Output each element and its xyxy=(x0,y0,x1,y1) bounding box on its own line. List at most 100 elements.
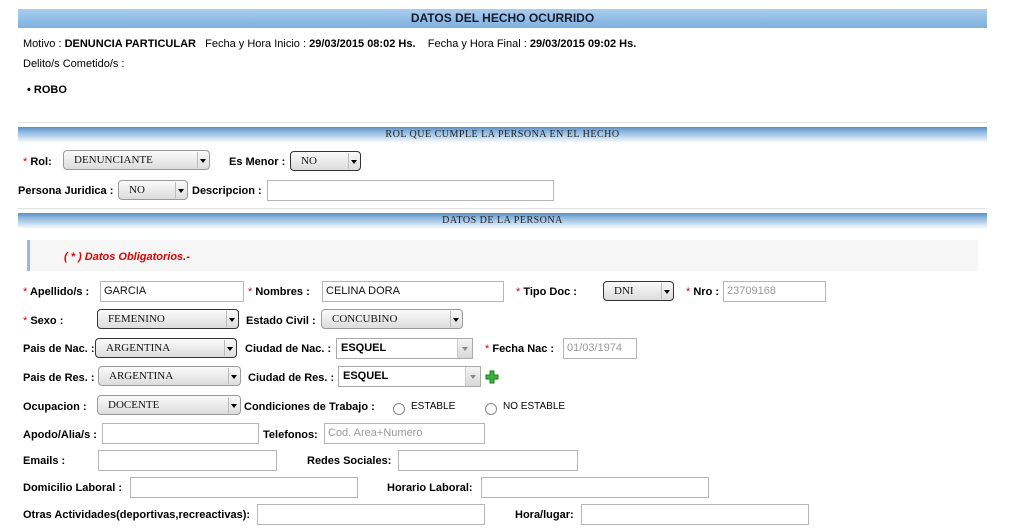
otras-actividades-label: Otras Actividades(deportivas,recreactiva… xyxy=(23,509,251,521)
persona-juridica-select[interactable]: NO xyxy=(118,180,188,200)
rol-select[interactable]: DENUNCIANTE xyxy=(63,150,210,170)
ciudad-res-label: Ciudad de Res. : xyxy=(248,372,335,384)
ciudad-nac-label: Ciudad de Nac. : xyxy=(245,343,332,355)
nombres-input[interactable]: CELINA DORA xyxy=(322,281,504,302)
chevron-down-icon xyxy=(228,368,239,384)
emails-label: Emails : xyxy=(23,455,66,467)
radio-no-estable-label: NO ESTABLE xyxy=(503,401,566,412)
apellidos-label-wrap: * Apellido/s : xyxy=(23,286,89,298)
motivo-value: DENUNCIA PARTICULAR xyxy=(64,38,196,50)
chevron-down-icon xyxy=(197,152,208,168)
divider xyxy=(18,122,987,123)
radio-estable[interactable] xyxy=(393,403,405,415)
pais-nac-value: ARGENTINA xyxy=(106,342,171,354)
chevron-down-icon xyxy=(228,397,239,413)
telefonos-input[interactable]: Cod. Area+Numero xyxy=(324,423,485,444)
apodo-label: Apodo/Alia/s : xyxy=(23,429,97,441)
required-notice-text: ( * ) Datos Obligatorios.- xyxy=(64,251,190,263)
chevron-down-icon xyxy=(661,283,672,299)
horario-label: Horario Laboral: xyxy=(387,482,473,494)
hecho-info-line: Motivo : DENUNCIA PARTICULAR Fecha y Hor… xyxy=(23,38,636,50)
hora-lugar-input[interactable] xyxy=(581,504,809,525)
pais-res-select[interactable]: ARGENTINA xyxy=(98,366,241,386)
fecha-inicio-label: Fecha y Hora Inicio : xyxy=(205,38,307,50)
persona-juridica-label: Persona Juridica : xyxy=(18,185,114,197)
redes-input[interactable] xyxy=(398,450,578,471)
descripcion-label: Descripcion : xyxy=(192,185,262,197)
tipo-doc-value: DNI xyxy=(614,285,634,297)
emails-input[interactable] xyxy=(98,450,277,471)
section-header-persona: DATOS DE LA PERSONA xyxy=(18,213,987,229)
chevron-down-icon xyxy=(224,340,235,356)
required-mark: * xyxy=(516,286,521,298)
tipo-doc-label: Tipo Doc : xyxy=(523,286,577,298)
horario-input[interactable] xyxy=(481,477,709,498)
chevron-down-icon xyxy=(450,311,461,327)
fecha-nac-label: Fecha Nac : xyxy=(492,343,555,355)
chevron-down-icon xyxy=(348,153,359,169)
divider xyxy=(18,208,987,209)
pais-nac-select[interactable]: ARGENTINA xyxy=(95,338,237,358)
chevron-down-icon[interactable] xyxy=(457,339,472,358)
descripcion-input[interactable] xyxy=(267,180,554,201)
rol-label-wrap: * Rol: xyxy=(23,156,52,168)
apellidos-input[interactable]: GARCIA xyxy=(100,281,244,302)
ciudad-res-combo[interactable]: ESQUEL xyxy=(338,366,481,387)
required-mark: * xyxy=(686,286,691,298)
fecha-final-value: 29/03/2015 09:02 Hs. xyxy=(529,38,637,50)
domicilio-input[interactable] xyxy=(130,477,358,498)
ciudad-nac-value: ESQUEL xyxy=(341,342,387,354)
telefonos-label: Telefonos: xyxy=(263,429,318,441)
section-header-hecho: DATOS DEL HECHO OCURRIDO xyxy=(18,9,987,28)
pais-nac-label: Pais de Nac. : xyxy=(23,343,95,355)
ciudad-nac-combo[interactable]: ESQUEL xyxy=(336,338,473,359)
nombres-label: Nombres : xyxy=(255,286,310,298)
es-menor-label: Es Menor : xyxy=(229,156,286,168)
apodo-input[interactable] xyxy=(102,423,259,444)
estado-civil-select[interactable]: CONCUBINO xyxy=(321,309,463,329)
fecha-nac-input[interactable]: 01/03/1974 xyxy=(563,338,637,359)
sexo-select[interactable]: FEMENINO xyxy=(97,309,239,329)
apellidos-label: Apellido/s : xyxy=(29,286,90,298)
sexo-value: FEMENINO xyxy=(108,313,165,325)
pais-res-label: Pais de Res. : xyxy=(23,372,95,384)
ciudad-res-value: ESQUEL xyxy=(343,370,389,382)
section-header-rol: ROL QUE CUMPLE LA PERSONA EN EL HECHO xyxy=(18,127,987,143)
chevron-down-icon xyxy=(226,311,237,327)
delitos-label: Delito/s Cometido/s : xyxy=(23,58,125,70)
sexo-label-wrap: * Sexo : xyxy=(23,315,63,327)
chevron-down-icon xyxy=(175,182,186,198)
fecha-nac-label-wrap: * Fecha Nac : xyxy=(485,343,554,355)
sexo-label: Sexo : xyxy=(30,315,64,327)
redes-label: Redes Sociales: xyxy=(307,455,392,467)
required-mark: * xyxy=(485,343,490,355)
radio-estable-label: ESTABLE xyxy=(411,401,456,412)
motivo-label: Motivo : xyxy=(23,38,62,50)
required-mark: * xyxy=(23,286,28,298)
delito-list-item: • ROBO xyxy=(27,84,67,96)
radio-no-estable[interactable] xyxy=(485,403,497,415)
nro-label: Nro : xyxy=(693,286,720,298)
estado-civil-label: Estado Civil : xyxy=(246,315,316,327)
tipo-doc-select[interactable]: DNI xyxy=(603,281,674,301)
hora-lugar-label: Hora/lugar: xyxy=(515,509,574,521)
condiciones-label: Condiciones de Trabajo : xyxy=(244,401,375,413)
required-mark: * xyxy=(23,156,28,168)
required-mark: * xyxy=(23,315,28,327)
delito-value: ROBO xyxy=(33,84,67,96)
rol-label: Rol: xyxy=(30,156,52,168)
chevron-down-icon[interactable] xyxy=(465,367,480,386)
ocupacion-value: DOCENTE xyxy=(108,399,160,411)
nro-input[interactable]: 23709168 xyxy=(723,281,826,302)
tipo-doc-label-wrap: * Tipo Doc : xyxy=(516,286,577,298)
otras-actividades-input[interactable] xyxy=(257,504,485,525)
bullet-icon: • xyxy=(27,84,31,96)
ocupacion-select[interactable]: DOCENTE xyxy=(97,395,241,415)
add-city-icon[interactable] xyxy=(485,370,499,384)
nro-label-wrap: * Nro : xyxy=(686,286,719,298)
fecha-final-label: Fecha y Hora Final : xyxy=(427,38,527,50)
rol-select-value: DENUNCIANTE xyxy=(74,154,153,166)
nombres-label-wrap: * Nombres : xyxy=(248,286,310,298)
es-menor-select[interactable]: NO xyxy=(290,151,361,171)
persona-juridica-value: NO xyxy=(129,184,145,196)
